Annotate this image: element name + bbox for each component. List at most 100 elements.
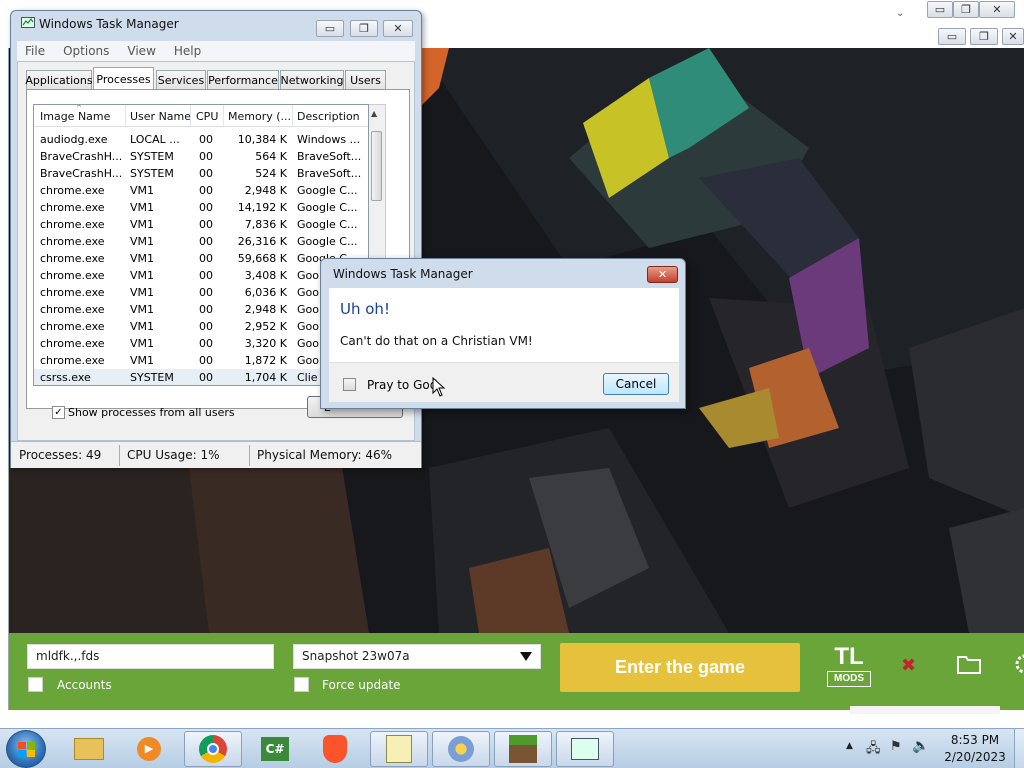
taskbar-brave[interactable]	[306, 731, 364, 767]
cell-user-name: VM1	[130, 184, 155, 197]
tm-maximize-button[interactable]: ❐	[350, 20, 378, 37]
chevron-down-icon[interactable]: ⌄	[896, 8, 916, 20]
username-input[interactable]: mldfk.,.fds	[27, 644, 274, 669]
network-icon[interactable]: 🖧	[866, 739, 881, 761]
cell-memory: 14,192 K	[237, 201, 287, 214]
menu-help[interactable]: Help	[174, 44, 201, 58]
maximize-button[interactable]: ❐	[953, 1, 979, 18]
tab-performance[interactable]: Performance	[207, 70, 279, 89]
tm-minimize-button[interactable]: ▭	[316, 20, 344, 37]
cell-description: Google C...	[297, 235, 358, 248]
table-row[interactable]: BraveCrashH... SYSTEM 00 564 K BraveSoft...	[34, 148, 368, 165]
table-row[interactable]: chrome.exe VM1 00 1,872 K Goo	[34, 352, 368, 369]
taskbar-clock[interactable]: 8:53 PM 2/20/2023	[940, 733, 1010, 764]
dialog-close-button[interactable]: ✕	[647, 266, 678, 283]
table-row[interactable]: chrome.exe VM1 00 6,036 K Goo	[34, 284, 368, 301]
table-row[interactable]: chrome.exe VM1 00 7,836 K Google C...	[34, 216, 368, 233]
cell-image-name: chrome.exe	[40, 252, 105, 265]
menu-view[interactable]: View	[127, 44, 155, 58]
tab-processes[interactable]: Processes	[93, 67, 154, 90]
action-center-flag-icon[interactable]: ⚑	[890, 739, 902, 754]
mouse-cursor-icon	[432, 377, 446, 397]
cell-image-name: audiodg.exe	[40, 133, 108, 146]
taskbar-notepad[interactable]	[370, 731, 428, 767]
pray-checkbox[interactable]	[343, 378, 356, 391]
launcher-close-button[interactable]: ✕	[1002, 28, 1024, 45]
accounts-label: Accounts	[57, 678, 112, 692]
table-row[interactable]: BraveCrashH... SYSTEM 00 524 K BraveSoft...	[34, 165, 368, 182]
taskbar-task-manager[interactable]	[556, 731, 614, 767]
cell-image-name: BraveCrashH...	[40, 167, 123, 180]
clock-date: 2/20/2023	[944, 750, 1006, 764]
menu-file[interactable]: File	[25, 44, 45, 58]
media-player-icon: ▶	[137, 737, 161, 761]
tab-networking[interactable]: Networking	[280, 70, 344, 89]
table-row[interactable]: chrome.exe VM1 00 2,948 K Goo	[34, 301, 368, 318]
accounts-checkbox[interactable]	[28, 677, 43, 692]
delete-icon[interactable]: ✖	[901, 655, 916, 676]
scroll-thumb[interactable]	[371, 131, 382, 201]
table-row[interactable]: csrss.exe SYSTEM 00 1,704 K Clie	[34, 369, 368, 385]
column-cpu[interactable]: CPU	[196, 110, 218, 123]
version-select[interactable]: Snapshot 23w07a	[293, 644, 541, 669]
volume-icon[interactable]: 🔈	[912, 738, 929, 754]
cell-cpu: 00	[199, 235, 213, 248]
column-memory[interactable]: Memory (...	[228, 110, 291, 123]
force-update-label: Force update	[322, 678, 401, 692]
table-row[interactable]: audiodg.exe LOCAL ... 00 10,384 K Windows ..…	[34, 131, 368, 148]
table-row[interactable]: chrome.exe VM1 00 2,952 K Goo	[34, 318, 368, 335]
tab-users[interactable]: Users	[345, 70, 386, 89]
cell-cpu: 00	[199, 286, 213, 299]
taskbar: ▶ C# ▲ 🖧 ⚑ 🔈 8:53 PM 2/20/2023	[0, 728, 1024, 768]
cell-memory: 564 K	[255, 150, 287, 163]
tm-close-button[interactable]: ✕	[383, 20, 413, 37]
table-row[interactable]: chrome.exe VM1 00 3,408 K Goo	[34, 267, 368, 284]
start-button[interactable]	[6, 730, 46, 768]
cell-cpu: 00	[199, 269, 213, 282]
cell-image-name: chrome.exe	[40, 201, 105, 214]
tab-services[interactable]: Services	[156, 70, 206, 89]
column-description[interactable]: Description	[297, 110, 360, 123]
tlmods-logo[interactable]: TL MODS	[827, 645, 871, 691]
enter-game-button[interactable]: Enter the game	[560, 643, 800, 692]
launcher-minimize-button[interactable]: ▭	[938, 28, 966, 45]
tray-expand-icon[interactable]: ▲	[846, 741, 853, 751]
show-all-checkbox[interactable]: ✓	[52, 406, 65, 419]
cell-memory: 3,408 K	[244, 269, 287, 282]
cell-user-name: VM1	[130, 354, 155, 367]
launcher-maximize-button[interactable]: ❐	[970, 28, 998, 45]
scroll-up-icon[interactable]: ▲	[371, 109, 377, 118]
taskbar-csharp[interactable]: C#	[246, 731, 304, 767]
menu-options[interactable]: Options	[63, 44, 109, 58]
task-manager-title: Windows Task Manager	[39, 17, 179, 31]
taskbar-media-player[interactable]: ▶	[120, 731, 178, 767]
table-row[interactable]: chrome.exeVM10059,668 KGoogle C...	[34, 250, 368, 267]
minimize-button[interactable]: ▭	[927, 1, 953, 18]
tab-applications[interactable]: Applications	[25, 70, 93, 89]
taskbar-explorer[interactable]	[60, 731, 118, 767]
cell-cpu: 00	[199, 354, 213, 367]
table-row[interactable]: chrome.exe VM1 00 14,192 K Google C...	[34, 199, 368, 216]
cell-image-name: chrome.exe	[40, 354, 105, 367]
force-update-checkbox[interactable]	[294, 677, 309, 692]
cell-cpu: 00	[199, 320, 213, 333]
folder-icon[interactable]	[956, 653, 982, 675]
cell-description: Google C...	[297, 184, 358, 197]
taskbar-chrome[interactable]	[184, 731, 242, 767]
table-row[interactable]: chrome.exe VM1 00 2,948 K Google C...	[34, 182, 368, 199]
show-desktop-button[interactable]	[1014, 729, 1024, 768]
table-row[interactable]: chrome.exe VM1 00 26,316 K Google C...	[34, 233, 368, 250]
settings-gear-icon[interactable]	[1014, 653, 1024, 675]
column-user-name[interactable]: User Name	[130, 110, 191, 123]
taskbar-minecraft[interactable]	[494, 731, 552, 767]
cell-description: Windows ...	[297, 133, 361, 146]
cell-description: Goo	[297, 354, 319, 367]
dropdown-arrow-icon[interactable]	[520, 652, 532, 661]
taskbar-paint[interactable]	[432, 731, 490, 767]
cell-user-name: SYSTEM	[130, 150, 174, 163]
notepad-icon	[386, 735, 412, 763]
table-row[interactable]: chrome.exe VM1 00 3,320 K Goo	[34, 335, 368, 352]
close-button[interactable]: ✕	[979, 1, 1015, 18]
version-select-value: Snapshot 23w07a	[302, 649, 410, 663]
cancel-button[interactable]: Cancel	[603, 373, 669, 395]
